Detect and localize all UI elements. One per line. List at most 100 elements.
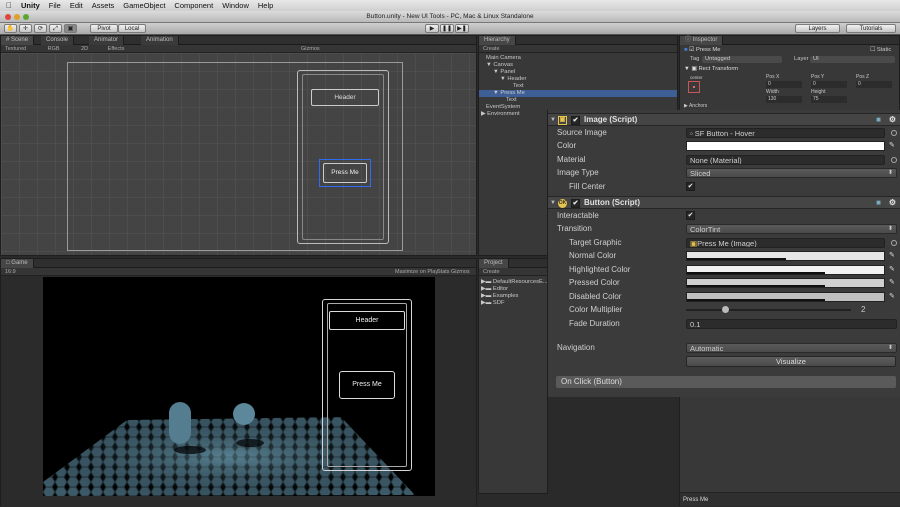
pos-y-field[interactable]: 0 [811,81,847,88]
anchors-foldout[interactable]: ▶ Anchors [684,103,707,110]
hier-canvas[interactable]: ▼ Canvas [486,62,513,69]
menu-window[interactable]: Window [222,1,249,10]
hier-eventsystem[interactable]: EventSystem [486,104,520,111]
hier-panel[interactable]: ▼ Panel [493,69,515,76]
disabled-color-swatch[interactable] [686,292,885,302]
static-checkbox[interactable]: ☐ Static [870,47,891,54]
fade-duration-field[interactable]: 0.1 [686,319,897,329]
target-graphic-field[interactable]: ▣Press Me (Image) [686,238,885,248]
tab-console[interactable]: Console [41,36,75,45]
eyedropper-icon[interactable]: ✎ [889,252,897,260]
color-multiplier-value[interactable]: 2 [861,303,865,316]
project-folder-editor[interactable]: ▶▬ Editor [481,286,508,293]
menu-assets[interactable]: Assets [92,1,115,10]
pressed-color-swatch[interactable] [686,278,885,288]
image-script-header[interactable]: ▼ ▣ ✔ Image (Script) ■ ⚙ [548,113,900,126]
scene-viewport[interactable]: Header Press Me [1,53,476,255]
game-press-me-button[interactable]: Press Me [339,371,395,399]
object-picker-icon[interactable] [891,240,897,246]
game-gizmos-dropdown[interactable]: Gizmos [451,268,470,276]
help-icon[interactable]: ■ [876,197,881,209]
step-button[interactable]: ▶❚ [455,24,469,33]
menu-edit[interactable]: Edit [70,1,83,10]
scene-header-image[interactable]: Header [311,89,379,106]
render-mode-dropdown[interactable]: RGB [48,46,60,52]
zoom-window-button[interactable] [23,14,29,20]
gear-icon[interactable]: ⚙ [889,197,896,209]
color-multiplier-slider-track[interactable] [686,306,851,313]
tab-game[interactable]: □ Game [1,259,34,268]
active-checkbox[interactable]: ☑ [689,47,694,53]
fill-center-checkbox[interactable]: ✔ [686,182,695,191]
menu-component[interactable]: Component [174,1,213,10]
hier-button-text[interactable]: Text [506,97,517,104]
menu-file[interactable]: File [49,1,61,10]
tab-scene[interactable]: # Scene [1,36,35,45]
hier-main-camera[interactable]: Main Camera [486,55,521,62]
tag-dropdown[interactable]: Untagged [702,56,782,63]
layout-dropdown[interactable]: Tutorials [846,24,896,33]
minimize-window-button[interactable] [14,14,20,20]
project-create-dropdown[interactable]: Create [483,269,500,275]
image-enabled-checkbox[interactable]: ✔ [571,116,580,125]
on-click-event-header[interactable]: On Click (Button) [556,376,896,388]
tab-project[interactable]: Project [479,259,509,268]
tab-inspector[interactable]: ⓘ Inspector [680,36,724,45]
local-toggle[interactable]: Local [118,24,146,33]
pivot-toggle[interactable]: Pivot [90,24,118,33]
object-picker-icon[interactable] [891,130,897,136]
help-icon[interactable]: ■ [876,114,881,126]
width-field[interactable]: 130 [766,96,802,103]
interactable-checkbox[interactable]: ✔ [686,211,695,220]
menu-gameobject[interactable]: GameObject [123,1,165,10]
project-folder-examples[interactable]: ▶▬ Examples [481,293,518,300]
stats-toggle[interactable]: Stats [437,268,450,276]
close-window-button[interactable] [5,14,11,20]
object-name-field[interactable]: ■ ☑ Press Me [684,47,720,54]
gear-icon[interactable]: ⚙ [889,114,896,126]
tab-animation[interactable]: Animation [141,36,179,45]
hierarchy-create-dropdown[interactable]: Create [483,46,500,52]
navigation-dropdown[interactable]: Automatic ⬍ [686,343,897,353]
material-field[interactable]: None (Material) [686,155,885,165]
visualize-button[interactable]: Visualize [686,356,896,367]
pos-x-field[interactable]: 0 [766,81,802,88]
pos-z-field[interactable]: 0 [856,81,892,88]
rect-tool-button[interactable]: ▣ [64,24,77,33]
project-folder-sdf[interactable]: ▶▬ SDF [481,300,505,307]
color-multiplier-slider-thumb[interactable] [722,306,730,313]
highlighted-color-swatch[interactable] [686,265,885,275]
pause-button[interactable]: ❚❚ [440,24,454,33]
hier-environment[interactable]: ▶ Environment [481,111,520,118]
project-folder-defaultresources[interactable]: ▶▬ DefaultResourcesE... [481,279,548,286]
eyedropper-icon[interactable]: ✎ [889,142,897,150]
tab-hierarchy[interactable]: Hierarchy [479,36,516,45]
object-picker-icon[interactable] [891,157,897,163]
mode-2d-toggle[interactable]: 2D [81,46,88,52]
normal-color-swatch[interactable] [686,251,885,261]
rotate-tool-button[interactable]: ⟳ [34,24,47,33]
button-enabled-checkbox[interactable]: ✔ [571,199,580,208]
tab-animator[interactable]: Animator [89,36,125,45]
layer-dropdown[interactable]: UI [810,56,895,63]
transition-dropdown[interactable]: ColorTint ⬍ [686,224,897,234]
hier-header-text[interactable]: Text [513,83,524,90]
eyedropper-icon[interactable]: ✎ [889,266,897,274]
rect-transform-header[interactable]: ▼ ▣ Rect Transform [684,66,738,73]
apple-icon[interactable]:  [6,1,12,10]
scale-tool-button[interactable]: ⤢ [49,24,62,33]
play-button[interactable]: ▶ [425,24,439,33]
button-script-header[interactable]: ▼ OK ✔ Button (Script) ■ ⚙ [548,196,900,209]
hier-header[interactable]: ▼ Header [500,76,526,83]
color-swatch[interactable] [686,141,885,151]
menu-help[interactable]: Help [258,1,273,10]
source-image-field[interactable]: ▫ SF Button - Hover [686,128,885,138]
scene-press-me-button[interactable]: Press Me [319,159,371,187]
eyedropper-icon[interactable]: ✎ [889,293,897,301]
menu-unity[interactable]: Unity [21,1,40,10]
gizmos-dropdown[interactable]: Gizmos [301,45,320,53]
aspect-dropdown[interactable]: 16:9 [5,269,16,275]
hier-press-me[interactable]: ▼ Press Me [479,90,677,97]
hand-tool-button[interactable]: ✋ [4,24,17,33]
layers-dropdown[interactable]: Layers [795,24,840,33]
